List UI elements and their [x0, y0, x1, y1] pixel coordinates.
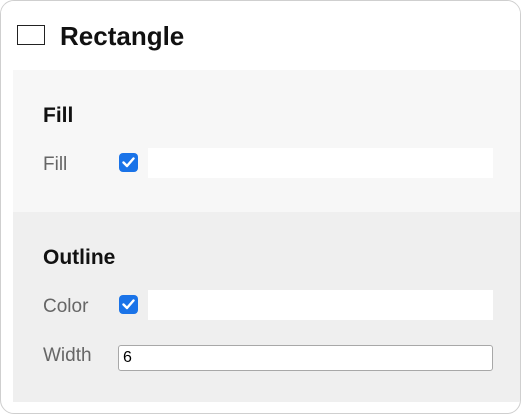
outline-color-label: Color: [43, 296, 89, 317]
outline-width-label: Width: [43, 345, 92, 366]
checkmark-icon: [122, 299, 135, 310]
rectangle-properties-panel: Rectangle Fill Fill Outline Color Width: [0, 0, 521, 414]
checkmark-icon: [122, 157, 135, 168]
fill-checkbox[interactable]: [119, 153, 138, 172]
outline-color-checkbox[interactable]: [119, 295, 138, 314]
fill-label: Fill: [43, 154, 68, 175]
fill-section: Fill Fill: [13, 70, 520, 212]
rectangle-icon: [17, 25, 45, 45]
fill-section-title: Fill: [43, 104, 74, 127]
outline-section-title: Outline: [43, 246, 116, 269]
fill-color-field[interactable]: [148, 148, 493, 178]
outline-color-field[interactable]: [148, 290, 493, 320]
panel-header: Rectangle: [1, 1, 520, 70]
outline-width-input[interactable]: [118, 345, 493, 371]
panel-title: Rectangle: [60, 21, 185, 51]
outline-section: Outline Color Width: [13, 212, 520, 402]
